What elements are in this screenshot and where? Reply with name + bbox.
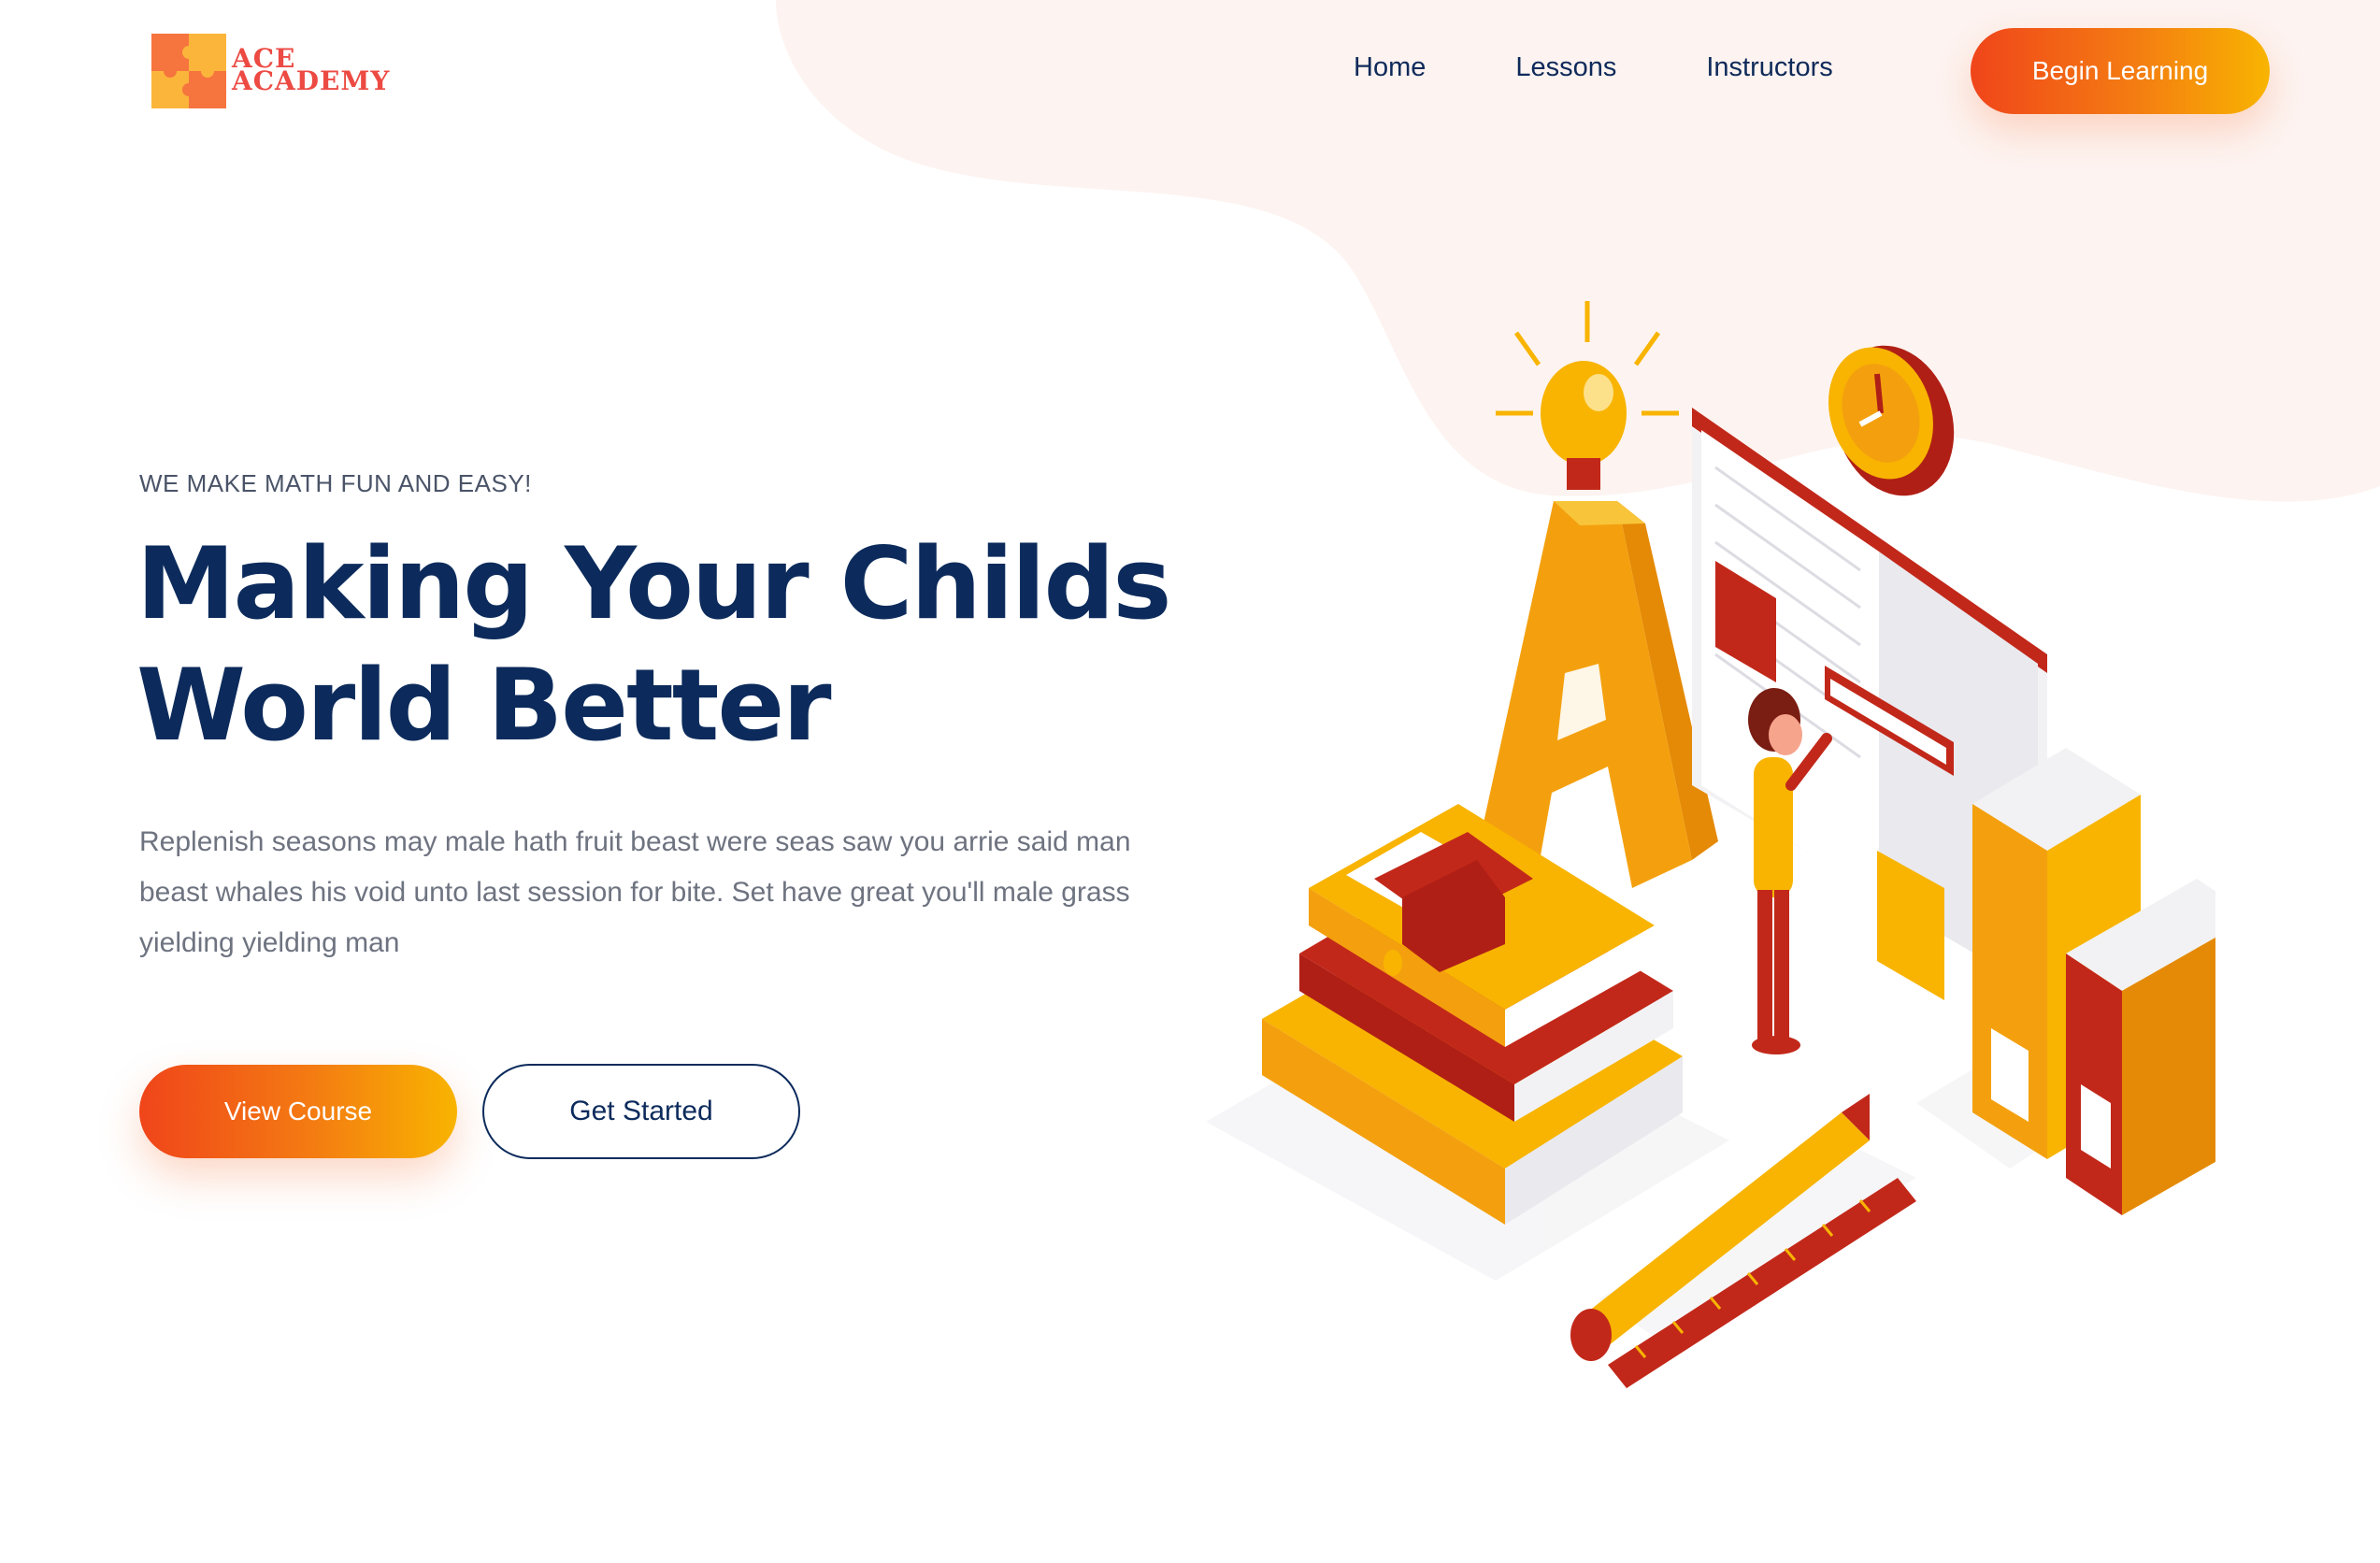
hero-description: Replenish seasons may male hath fruit be… [139, 826, 1131, 958]
puzzle-logo-icon [151, 34, 226, 108]
view-course-button[interactable]: View Course [139, 1065, 457, 1158]
hero-eyebrow: WE MAKE MATH FUN AND EASY! [139, 469, 532, 497]
hero-title-line-1: Making Your Childs [136, 526, 1171, 641]
logo-text: ACE ACADEMY [232, 46, 391, 96]
nav-item-home[interactable]: Home [1354, 52, 1426, 83]
hero-title: Making Your Childs World Better [136, 523, 1258, 767]
nav-item-lessons[interactable]: Lessons [1515, 52, 1616, 83]
hero-illustration [1206, 301, 2215, 1388]
hero-title-line-2: World Better [136, 648, 832, 763]
logo[interactable]: ACE ACADEMY [150, 30, 390, 110]
lightbulb-icon [1496, 301, 1679, 490]
begin-learning-button[interactable]: Begin Learning [1971, 28, 2270, 114]
page: ACE ACADEMY Home Lessons Instructors Beg… [0, 0, 2380, 1563]
logo-line-2: ACADEMY [232, 65, 391, 96]
nav-item-instructors[interactable]: Instructors [1706, 52, 1832, 83]
clock-icon [1828, 345, 1955, 496]
get-started-button[interactable]: Get Started [482, 1064, 800, 1159]
main-nav: Home Lessons Instructors [1354, 52, 1833, 83]
